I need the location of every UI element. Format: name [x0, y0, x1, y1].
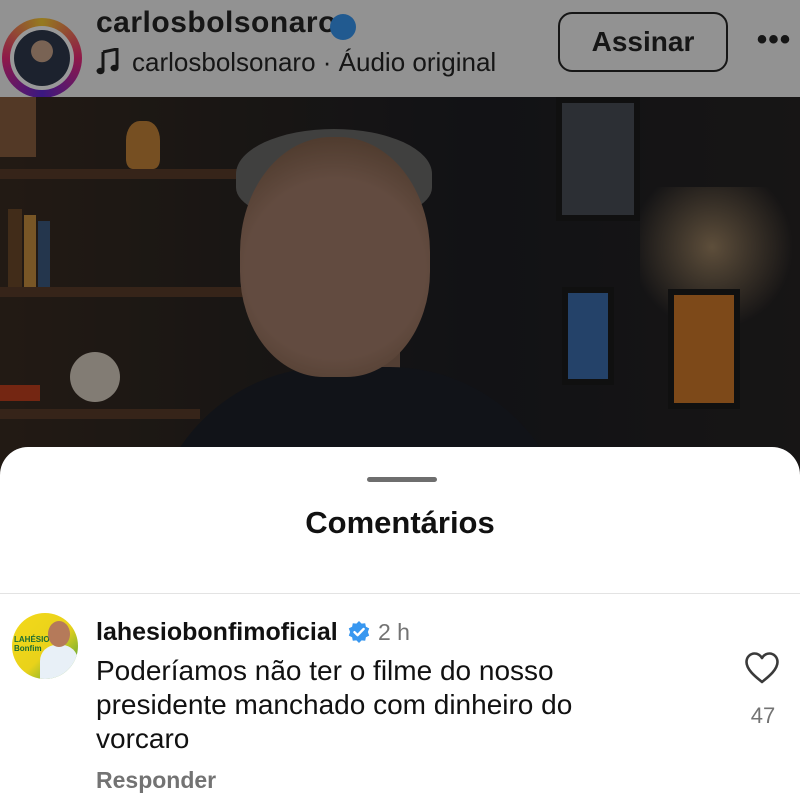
comments-sheet: Comentários LAHÉSIO Bonfim lahesiobonfim… [0, 447, 800, 800]
sheet-title: Comentários [305, 505, 495, 540]
comment-time: 2 h [378, 619, 410, 645]
drag-handle[interactable] [367, 477, 437, 482]
like-count: 47 [750, 703, 776, 728]
reply-button[interactable]: Responder [96, 767, 216, 794]
comment-text: Poderíamos não ter o filme do nosso pres… [96, 655, 573, 754]
heart-icon[interactable] [744, 651, 780, 685]
divider [0, 593, 800, 594]
comment-username[interactable]: lahesiobonfimoficial [96, 618, 338, 647]
comment-avatar[interactable]: LAHÉSIO Bonfim [12, 613, 78, 679]
verified-icon [348, 621, 370, 643]
